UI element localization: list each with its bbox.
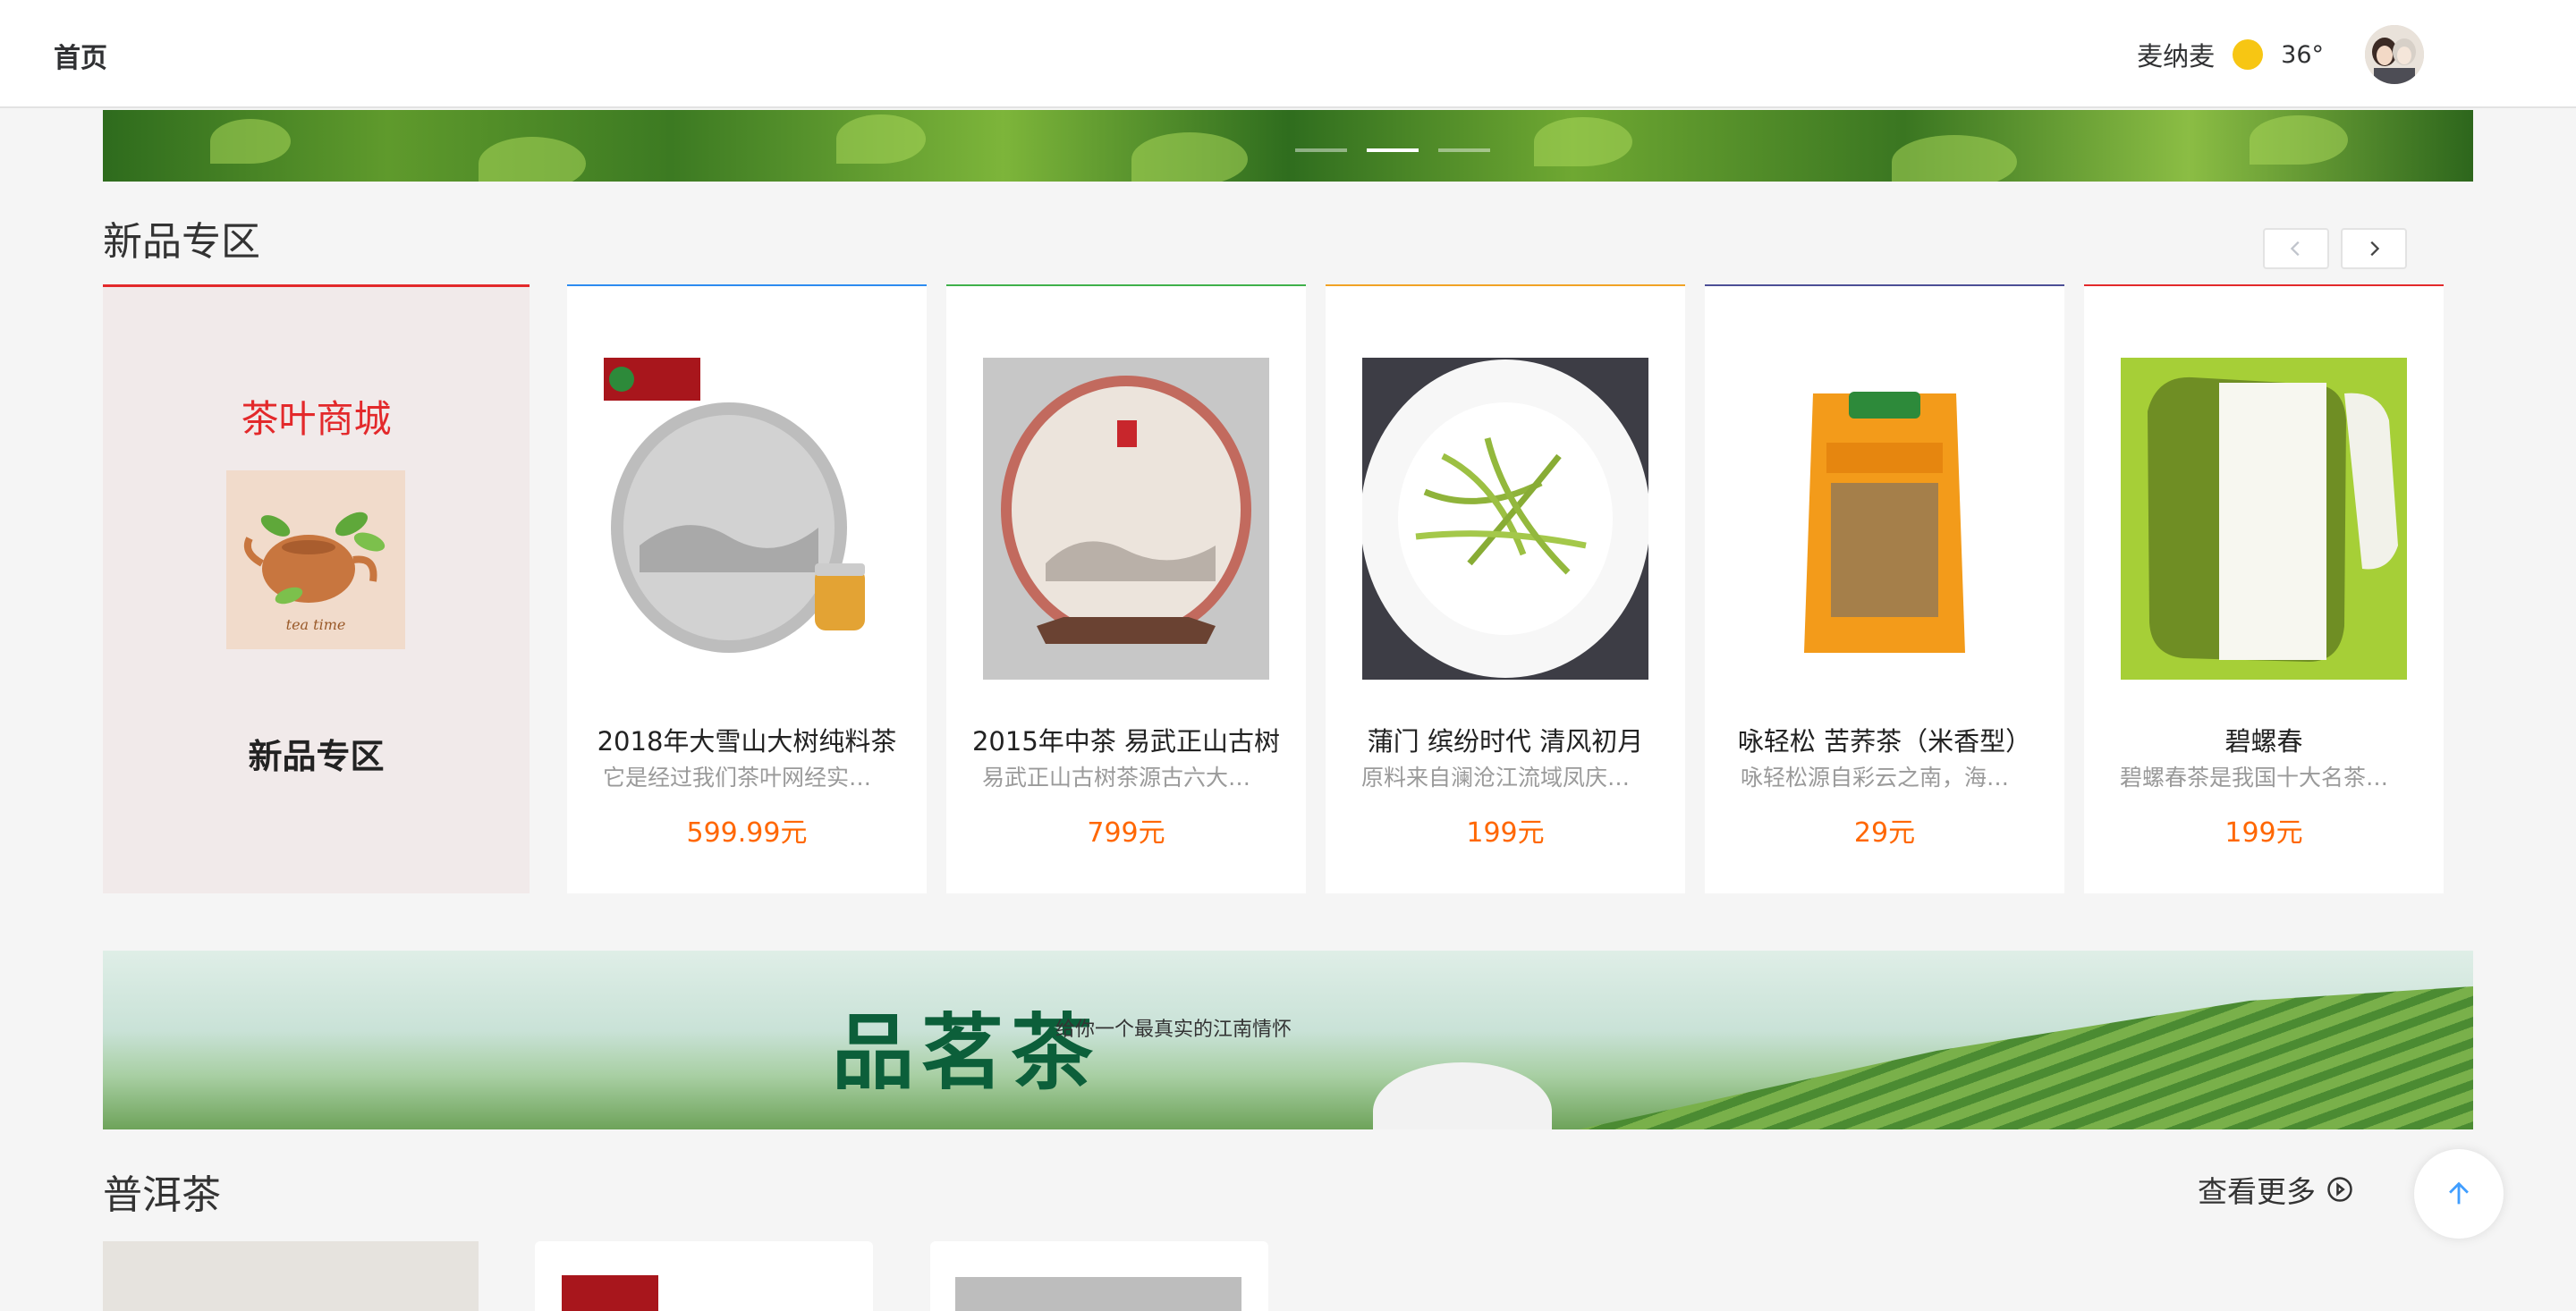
promo-banner[interactable]: 品茗茶 给你一个最真实的江南情怀 [103,951,2473,1129]
nav-home-link[interactable]: 首页 [54,36,107,75]
play-circle-icon [2327,1177,2352,1202]
banner-headline: 品茗茶 [832,1004,1101,1101]
carousel-dot[interactable] [1295,148,1347,152]
product-price: 29元 [1853,817,1916,849]
carousel-dot[interactable] [1438,148,1490,152]
carousel-dot-active[interactable] [1367,148,1419,152]
product-desc: 它是经过我们茶叶网经实地... [603,765,891,791]
puer-product-card[interactable] [930,1241,1268,1311]
product-name: 咏轻松 苦荞茶（米香型） [1737,726,2032,757]
next-button[interactable] [2341,228,2407,269]
teapot-graphic [1373,1062,1552,1129]
back-to-top-button[interactable] [2414,1149,2504,1239]
product-image [2121,358,2407,680]
product-name: 2018年大雪山大树纯料茶 [597,726,897,757]
logo-text: tea time [286,616,346,633]
avatar[interactable] [2365,25,2424,84]
new-products-title: 新品专区 [103,219,260,265]
product-image [1741,358,2028,680]
brand-logo [562,1275,658,1311]
product-image [955,1277,1241,1311]
user-area: 麦纳麦 36° [2137,25,2424,84]
product-price: 199元 [2224,817,2303,849]
puer-feature-card[interactable] [103,1241,479,1311]
tea-time-logo: tea time [226,470,405,649]
product-card[interactable]: 咏轻松 苦荞茶（米香型） 咏轻松源自彩云之南，海拔... 29元 [1705,284,2064,893]
product-price: 799元 [1087,817,1165,849]
product-image [604,358,890,680]
product-desc: 咏轻松源自彩云之南，海拔... [1741,765,2029,791]
carousel-indicators [1295,148,1490,152]
product-name: 碧螺春 [2224,726,2303,757]
temperature: 36° [2281,40,2324,69]
brand-title: 茶叶商城 [241,397,392,441]
product-image [983,358,1269,680]
top-header: 首页 麦纳麦 36° [0,0,2576,108]
view-more-label: 查看更多 [2198,1174,2316,1209]
product-card[interactable]: 2015年中茶 易武正山古树 易武正山古树茶源古六大茶... 799元 [946,284,1306,893]
arrow-up-icon [2449,1181,2469,1205]
product-card[interactable]: 蒲门 缤纷时代 清风初月 原料来自澜沧江流域凤庆古... 199元 [1326,284,1685,893]
product-image [1362,358,1648,680]
feature-label: 新品专区 [248,737,385,776]
banner-tagline: 给你一个最真实的江南情怀 [1055,1019,1292,1041]
chevron-right-icon [2370,241,2380,257]
chevron-left-icon [2290,241,2300,257]
puer-product-card[interactable] [535,1241,873,1311]
product-desc: 易武正山古树茶源古六大茶... [982,765,1270,791]
sun-icon [2233,39,2264,70]
product-name: 蒲门 缤纷时代 清风初月 [1367,726,1644,757]
prev-button[interactable] [2263,228,2329,269]
product-name: 2015年中茶 易武正山古树 [971,726,1281,757]
product-desc: 原料来自澜沧江流域凤庆古... [1361,765,1649,791]
product-card[interactable]: 碧螺春 碧螺春茶是我国十大名茶之... 199元 [2084,284,2444,893]
product-price: 599.99元 [686,817,808,849]
puer-section-title: 普洱茶 [103,1172,221,1218]
product-desc: 碧螺春茶是我国十大名茶之... [2120,765,2408,791]
new-products-feature-card[interactable]: 茶叶商城 tea time 新品专区 [103,284,530,893]
username[interactable]: 麦纳麦 [2137,36,2215,73]
view-more-link[interactable]: 查看更多 [2198,1168,2353,1211]
top-carousel-banner[interactable] [103,110,2473,182]
product-card[interactable]: 2018年大雪山大树纯料茶 它是经过我们茶叶网经实地... 599.99元 [567,284,927,893]
product-price: 199元 [1466,817,1545,849]
tea-field-graphic [1579,986,2473,1129]
